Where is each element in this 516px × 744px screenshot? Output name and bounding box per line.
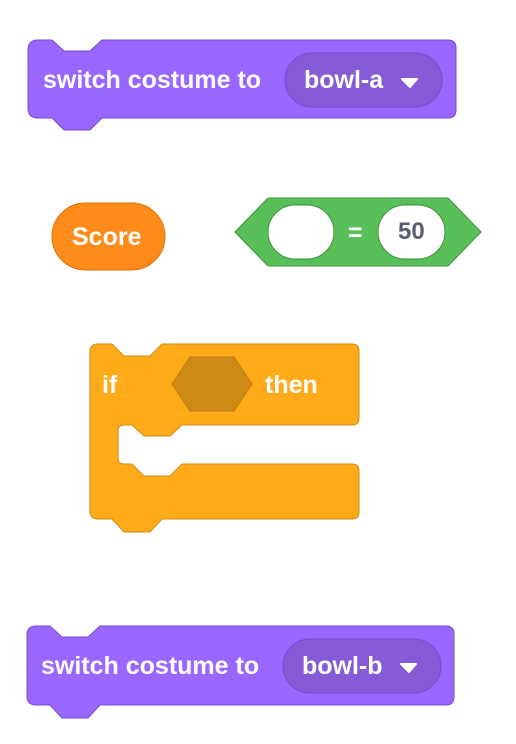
then-label: then [265, 371, 318, 399]
if-then-block[interactable] [89, 343, 360, 533]
if-label: if [102, 371, 118, 399]
equals-right-value: 50 [398, 218, 425, 245]
scratch-blocks-canvas [26, 39, 482, 719]
equals-operator-symbol: = [348, 219, 363, 247]
costume-dropdown-value-1: bowl-a [304, 66, 384, 94]
equals-left-input[interactable] [267, 204, 335, 260]
score-reporter-label: Score [72, 223, 142, 251]
switch-costume-label-2: switch costume to [41, 652, 260, 680]
if-condition-slot[interactable] [171, 356, 253, 412]
costume-dropdown-value-2: bowl-b [302, 652, 383, 680]
switch-costume-label-1: switch costume to [43, 66, 262, 94]
